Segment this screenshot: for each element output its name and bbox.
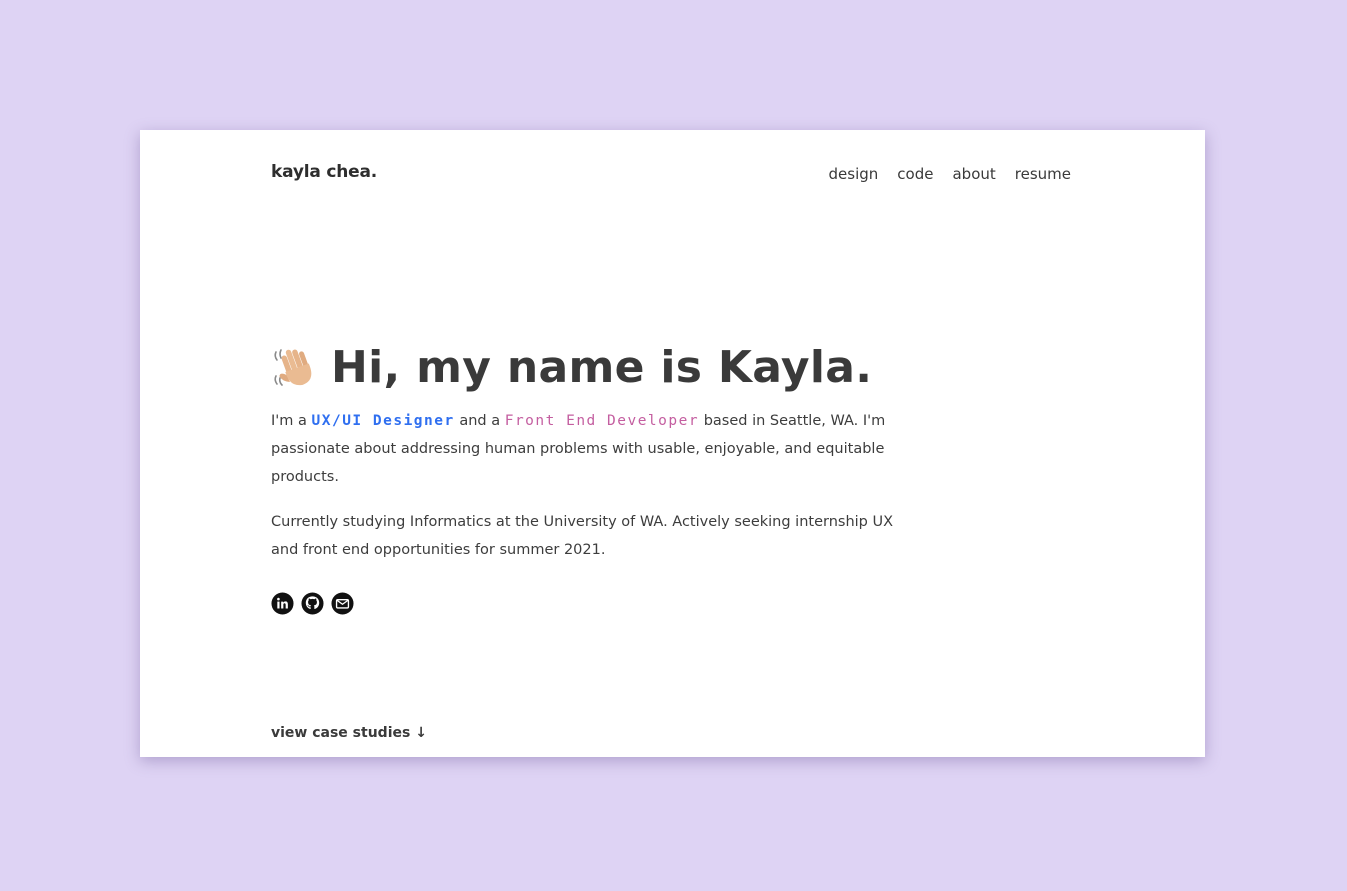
mail-icon[interactable] <box>331 592 354 615</box>
linkedin-icon[interactable] <box>271 592 294 615</box>
intro-mid: and a <box>454 413 505 429</box>
nav-resume-link[interactable]: resume <box>1015 165 1071 183</box>
current-status-paragraph: Currently studying Informatics at the Un… <box>271 514 894 558</box>
social-links <box>271 592 911 615</box>
nav-design-link[interactable]: design <box>829 165 879 183</box>
hero-heading: Hi, my name is Kayla. <box>271 342 911 393</box>
nav-about-link[interactable]: about <box>952 165 995 183</box>
hero-section: Hi, my name is Kayla. I'm a UX/UI Design… <box>271 342 911 615</box>
intro-prefix: I'm a <box>271 413 312 429</box>
view-case-studies-link[interactable]: view case studies ↓ <box>271 725 427 741</box>
top-nav: design code about resume <box>829 165 1071 183</box>
nav-code-link[interactable]: code <box>897 165 933 183</box>
site-logo-text[interactable]: kayla chea. <box>271 162 377 182</box>
waving-hand-icon <box>271 344 319 392</box>
github-icon[interactable] <box>301 592 324 615</box>
role-ux-ui-designer: UX/UI Designer <box>311 413 455 429</box>
role-front-end-developer: Front End Developer <box>504 413 700 429</box>
page-frame: kayla chea. design code about resume Hi,… <box>140 130 1205 757</box>
hero-heading-text: Hi, my name is Kayla. <box>331 342 873 393</box>
intro-paragraph: I'm a UX/UI Designer and a Front End Dev… <box>271 407 911 491</box>
